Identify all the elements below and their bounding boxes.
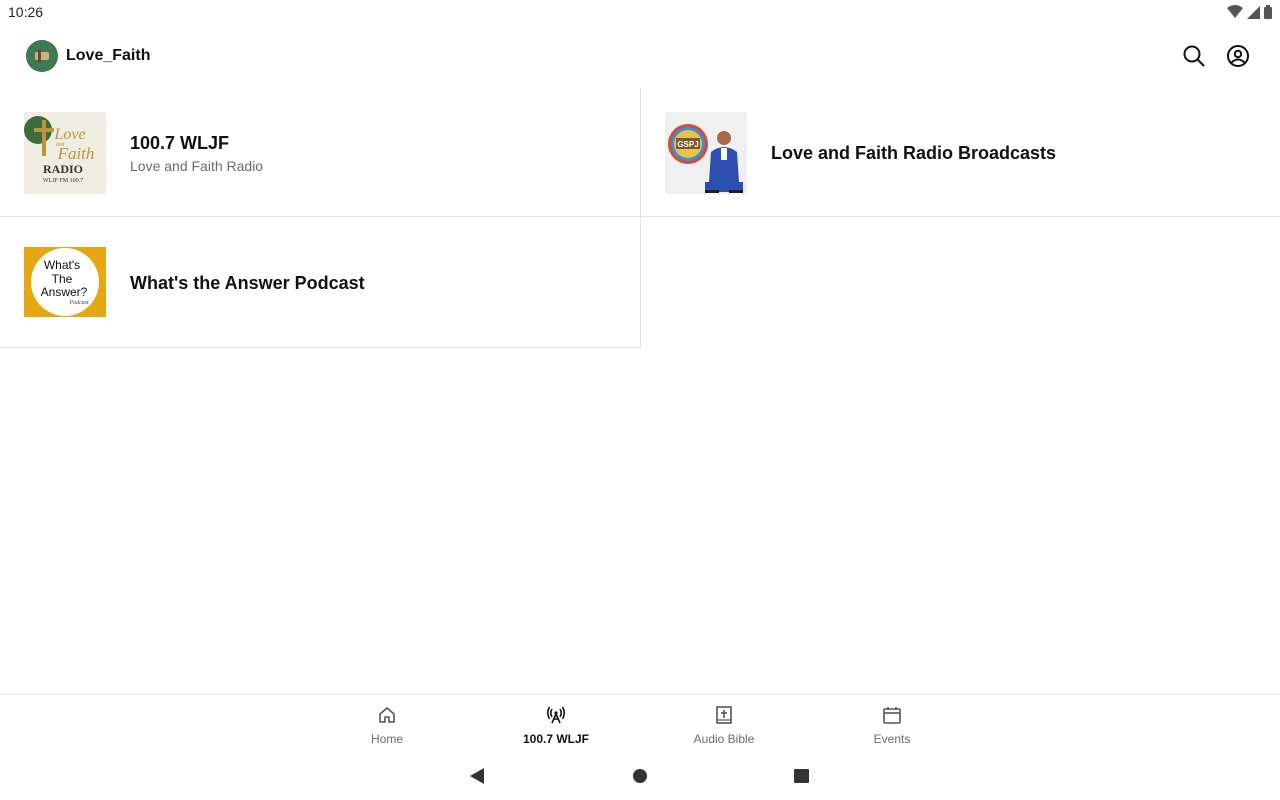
app-bar: Love_Faith [0, 24, 1280, 88]
card-podcast[interactable]: What's The Answer? Podcast What's the An… [0, 217, 641, 348]
system-navigation-bar [0, 752, 1280, 800]
wljf-thumb-line3: Faith [57, 144, 95, 163]
status-bar: 10:26 [0, 0, 1280, 24]
card-subtitle: Love and Faith Radio [130, 158, 264, 174]
recents-icon[interactable] [794, 769, 809, 783]
card-title: 100.7 WLJF [130, 133, 230, 153]
home-icon [379, 707, 395, 723]
radio-tower-icon [546, 706, 566, 724]
wljf-thumb-line1: Love [53, 126, 85, 143]
calendar-icon [883, 707, 901, 724]
card-wljf[interactable]: Love and Faith RADIO WLJF FM 100.7 100.7… [0, 88, 641, 217]
card-title: What's the Answer Podcast [130, 273, 365, 293]
status-icons [1227, 5, 1272, 19]
app-logo [26, 40, 58, 72]
podcast-thumb-line1: What's [44, 258, 80, 272]
home-circle-icon[interactable] [633, 769, 647, 783]
bible-icon [716, 706, 732, 724]
nav-label: 100.7 WLJF [522, 732, 590, 746]
wifi-icon [1227, 5, 1243, 18]
nav-label: Events [873, 732, 911, 746]
back-icon[interactable] [469, 768, 485, 784]
card-broadcasts[interactable]: GSPJ Love and Faith Radio Broadcasts [641, 88, 1280, 217]
broadcasts-thumbnail: GSPJ [665, 112, 747, 194]
status-time: 10:26 [8, 4, 44, 20]
nav-wljf[interactable]: 100.7 WLJF [496, 695, 616, 753]
nav-label: Home [370, 732, 403, 746]
search-button[interactable] [1182, 44, 1206, 68]
battery-icon [1264, 5, 1272, 19]
signal-icon [1247, 5, 1260, 19]
podcast-thumb-line2: The [52, 272, 73, 286]
nav-home[interactable]: Home [327, 695, 447, 753]
app-title: Love_Faith [66, 47, 151, 64]
podcast-thumbnail: What's The Answer? Podcast [24, 241, 106, 323]
account-button[interactable] [1226, 44, 1250, 68]
search-icon [1183, 45, 1205, 67]
bottom-navigation: Home 100.7 WLJF Audio Bible Events [0, 694, 1280, 753]
nav-events[interactable]: Events [832, 695, 952, 753]
wljf-thumb-line4: RADIO [43, 162, 83, 176]
card-title: Love and Faith Radio Broadcasts [771, 143, 1057, 163]
podcast-thumb-line4: Podcast [68, 300, 89, 306]
wljf-thumb-line5: WLJF FM 100.7 [43, 178, 83, 184]
broadcasts-thumb-badge: GSPJ [677, 140, 698, 149]
nav-audio-bible[interactable]: Audio Bible [664, 695, 784, 753]
nav-label: Audio Bible [693, 732, 755, 746]
podcast-thumb-line3: Answer? [41, 285, 88, 299]
wljf-thumbnail: Love and Faith RADIO WLJF FM 100.7 [24, 112, 106, 194]
account-icon [1227, 45, 1249, 67]
